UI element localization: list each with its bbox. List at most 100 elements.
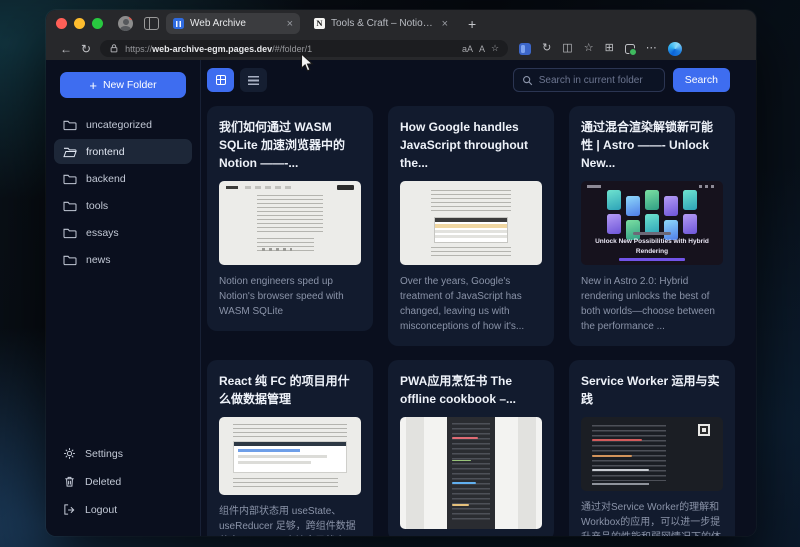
close-tab-icon[interactable]: ×	[442, 18, 448, 30]
card-grid: 我们如何通过 WASM SQLite 加速浏览器中的 Notion ——-...…	[201, 100, 756, 536]
split-screen-icon[interactable]: ◫	[562, 43, 572, 54]
card-title: 通过混合渲染解锁新可能性 | Astro ——- Unlock New...	[581, 118, 723, 172]
main-header: Search	[201, 60, 756, 100]
thumb-button	[337, 185, 354, 190]
minimize-window-button[interactable]	[74, 18, 85, 29]
archive-card[interactable]: How Google handles JavaScript throughout…	[388, 106, 554, 346]
archive-card[interactable]: Service Worker 运用与实践 通过对Service Worker的理…	[569, 360, 735, 536]
web-archive-favicon	[173, 18, 184, 29]
folder-icon	[63, 173, 77, 185]
plus-icon: +	[89, 79, 97, 92]
history-icon[interactable]: ↻	[542, 43, 551, 54]
tab-switcher-icon[interactable]	[144, 17, 159, 30]
sidebar-item-settings[interactable]: Settings	[54, 441, 192, 466]
archive-card[interactable]: React 纯 FC 的项目用什么做数据管理 组件内部状态用 useState、…	[207, 360, 373, 536]
sidebar-footer: Settings Deleted Logout	[46, 441, 200, 526]
thumb-text-lines	[233, 478, 338, 490]
grid-icon	[216, 75, 226, 85]
thumb-side-column	[518, 417, 536, 529]
new-folder-button[interactable]: + New Folder	[60, 72, 186, 98]
url-text: https://web-archive-egm.pages.dev/#/fold…	[125, 44, 456, 54]
thumb-logo	[226, 186, 238, 189]
sidebar-item-essays[interactable]: essays	[54, 220, 192, 245]
card-title: How Google handles JavaScript throughout…	[400, 118, 542, 172]
card-title: 我们如何通过 WASM SQLite 加速浏览器中的 Notion ——-...	[219, 118, 361, 172]
thumb-screenshot	[233, 441, 347, 473]
tab-title: Tools & Craft – Notion Blog	[331, 18, 436, 29]
notification-badge	[129, 16, 133, 20]
tab-notion-blog[interactable]: N Tools & Craft – Notion Blog ×	[307, 13, 455, 34]
logout-icon	[63, 503, 76, 516]
sidebar-item-backend[interactable]: backend	[54, 166, 192, 191]
read-aloud-icon[interactable]: A	[479, 44, 485, 54]
folder-list: uncategorized frontend backend tools	[46, 108, 200, 441]
folder-icon	[63, 200, 77, 212]
screenshot-icon[interactable]: ⊞	[605, 43, 614, 54]
card-description: Notion engineers sped up Notion's browse…	[219, 274, 361, 319]
card-description: 通过对Service Worker的理解和Workbox的应用，可以进一步提升产…	[581, 500, 723, 536]
card-description: Over the years, Google's treatment of Ja…	[400, 274, 542, 334]
thumb-screenshot	[434, 217, 508, 243]
card-thumbnail	[400, 417, 542, 529]
sidebar-item-uncategorized[interactable]: uncategorized	[54, 112, 192, 137]
maximize-window-button[interactable]	[92, 18, 103, 29]
translate-icon[interactable]: aA	[462, 44, 473, 54]
add-favorite-star-icon[interactable]: ☆	[491, 43, 499, 54]
card-title: PWA应用烹饪书 The offline cookbook –...	[400, 372, 542, 408]
thumb-text-lines	[257, 195, 322, 233]
tab-web-archive[interactable]: Web Archive ×	[166, 13, 300, 34]
thumb-caption-bar	[592, 483, 649, 485]
new-folder-label: New Folder	[103, 79, 157, 91]
archive-card[interactable]: 我们如何通过 WASM SQLite 加速浏览器中的 Notion ——-...…	[207, 106, 373, 331]
search-icon	[522, 75, 533, 86]
sidebar-item-logout[interactable]: Logout	[54, 497, 192, 522]
archive-card[interactable]: PWA应用烹饪书 The offline cookbook –...	[388, 360, 554, 536]
thumb-pager	[262, 248, 292, 251]
grid-view-button[interactable]	[207, 68, 234, 92]
extensions-icon[interactable]	[625, 44, 635, 54]
address-bar[interactable]: https://web-archive-egm.pages.dev/#/fold…	[100, 40, 508, 57]
folder-open-icon	[63, 146, 77, 158]
trash-icon	[63, 475, 76, 488]
card-thumbnail: Unlock New Possibilities with Hybrid Ren…	[581, 181, 723, 265]
deleted-label: Deleted	[85, 476, 121, 488]
profile-avatar[interactable]	[118, 16, 133, 31]
search-input[interactable]	[539, 75, 656, 86]
thumb-text-lines	[233, 424, 347, 437]
sidebar-item-deleted[interactable]: Deleted	[54, 469, 192, 494]
workspaces-icon[interactable]	[519, 43, 531, 55]
refresh-icon[interactable]: ↻	[81, 43, 91, 55]
settings-label: Settings	[85, 448, 123, 460]
close-tab-icon[interactable]: ×	[287, 18, 293, 30]
thumb-announce-pill	[633, 232, 671, 235]
desktop-wallpaper: Web Archive × N Tools & Craft – Notion B…	[0, 0, 800, 547]
search-button[interactable]: Search	[673, 68, 730, 92]
thumb-qr-image	[698, 424, 710, 436]
sidebar-item-frontend[interactable]: frontend	[54, 139, 192, 164]
browser-window: Web Archive × N Tools & Craft – Notion B…	[46, 10, 756, 536]
toolbar-icon-cluster: ↻ ◫ ☆ ⊞ ⋯	[519, 42, 682, 56]
close-window-button[interactable]	[56, 18, 67, 29]
logout-label: Logout	[85, 504, 117, 516]
favorites-bar-icon[interactable]: ☆	[584, 43, 594, 54]
lock-icon	[109, 43, 119, 54]
list-icon	[248, 76, 259, 85]
archive-card[interactable]: 通过混合渲染解锁新可能性 | Astro ——- Unlock New...	[569, 106, 735, 346]
new-tab-button[interactable]: +	[468, 16, 476, 32]
list-view-button[interactable]	[240, 68, 267, 92]
thumb-nav	[699, 185, 717, 188]
copilot-icon[interactable]	[668, 42, 682, 56]
notion-favicon: N	[314, 18, 325, 29]
card-title: Service Worker 运用与实践	[581, 372, 723, 408]
back-icon[interactable]: ←	[60, 43, 72, 55]
thumb-link-bar	[619, 258, 685, 262]
card-thumbnail	[581, 417, 723, 491]
sidebar-item-news[interactable]: news	[54, 247, 192, 272]
folder-label: essays	[86, 227, 119, 239]
thumb-caption: Unlock New Possibilities with Hybrid Ren…	[585, 237, 719, 257]
search-area: Search	[513, 68, 730, 92]
folder-label: uncategorized	[86, 119, 152, 131]
main-content: Search 我们如何通过 WASM SQLite 加速浏览器中的 Notion…	[200, 60, 756, 536]
more-options-icon[interactable]: ⋯	[646, 43, 657, 54]
sidebar-item-tools[interactable]: tools	[54, 193, 192, 218]
